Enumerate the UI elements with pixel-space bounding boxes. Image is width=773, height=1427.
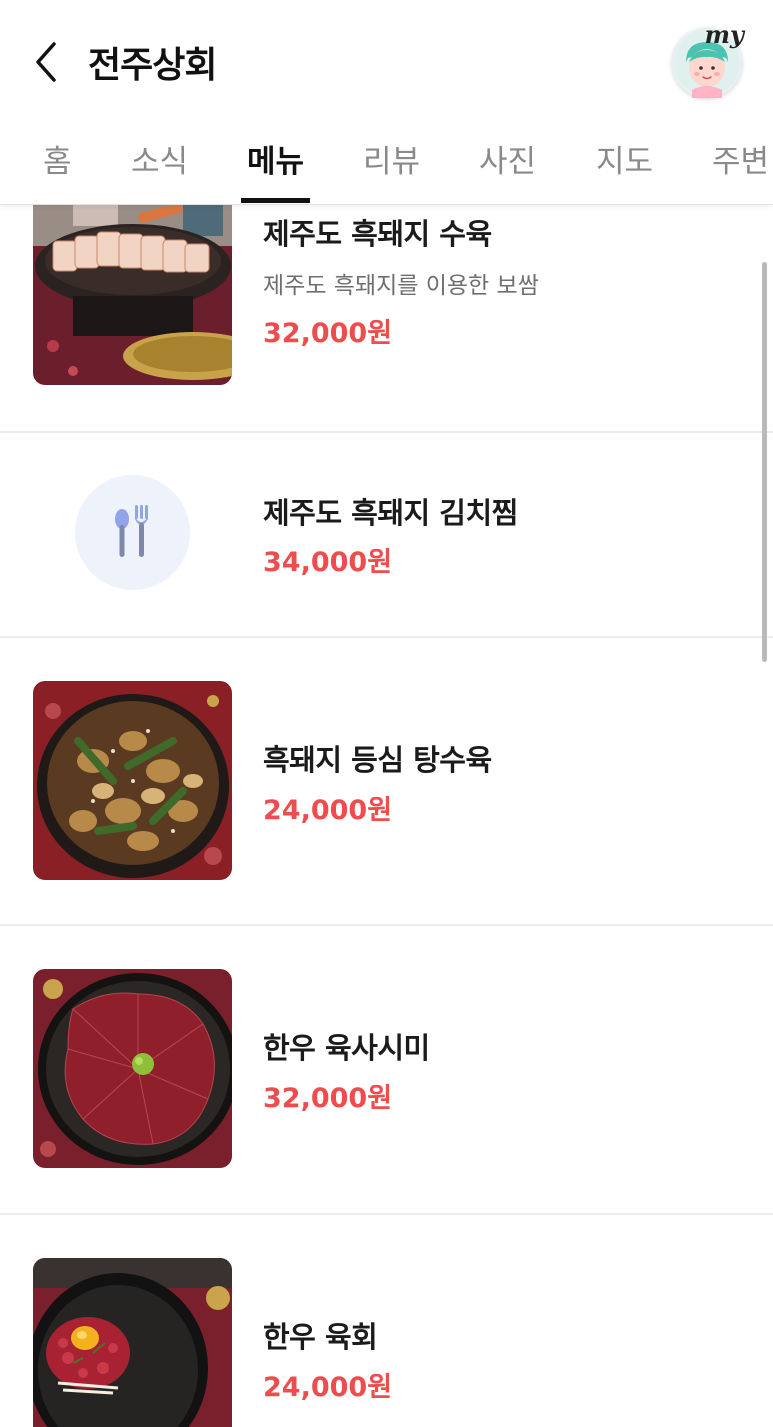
menu-item-price: 34,000원 xyxy=(263,547,393,578)
chevron-left-icon xyxy=(36,42,56,82)
menu-item[interactable]: 한우 육사시미 32,000원 xyxy=(0,926,773,1213)
menu-item-name: 한우 육사시미 xyxy=(263,1031,430,1065)
menu-item[interactable]: 흑돼지 등심 탕수육 24,000원 xyxy=(0,638,773,924)
back-button[interactable] xyxy=(28,38,68,86)
tab-reviews[interactable]: 리뷰 xyxy=(363,136,420,181)
menu-item-price: 32,000원 xyxy=(263,318,393,349)
menu-list[interactable]: 제주도 흑돼지 수육 제주도 흑돼지를 이용한 보쌈 32,000원 제주도 흑… xyxy=(0,205,773,1427)
tab-menu[interactable]: 메뉴 xyxy=(247,136,304,181)
menu-item-name: 흑돼지 등심 탕수육 xyxy=(263,743,492,777)
menu-item-price: 32,000원 xyxy=(263,1083,393,1114)
scrollbar[interactable] xyxy=(762,262,767,662)
my-profile-button[interactable]: my xyxy=(672,20,744,98)
tab-news[interactable]: 소식 xyxy=(131,136,188,181)
menu-item-name: 제주도 흑돼지 김치찜 xyxy=(263,496,518,530)
suyuk-photo xyxy=(33,205,232,385)
tab-nearby[interactable]: 주변 xyxy=(712,136,769,181)
tab-home[interactable]: 홈 xyxy=(43,136,72,181)
yuksashimi-photo xyxy=(33,969,232,1168)
menu-item-price: 24,000원 xyxy=(263,1372,393,1403)
tab-map[interactable]: 지도 xyxy=(596,136,653,181)
menu-item[interactable]: 제주도 흑돼지 수육 제주도 흑돼지를 이용한 보쌈 32,000원 xyxy=(0,205,773,431)
menu-item[interactable]: 제주도 흑돼지 김치찜 34,000원 xyxy=(0,433,773,636)
menu-placeholder xyxy=(75,475,190,590)
menu-item-price: 24,000원 xyxy=(263,795,393,826)
menu-item-name: 제주도 흑돼지 수육 xyxy=(263,217,492,251)
page-title: 전주상회 xyxy=(88,45,217,86)
utensils-icon xyxy=(115,505,148,557)
menu-item-name: 한우 육회 xyxy=(263,1320,378,1354)
app-header: 전주상회 my xyxy=(0,0,773,120)
my-label: my xyxy=(704,20,744,49)
yukhoe-photo xyxy=(33,1258,232,1427)
menu-item[interactable]: 한우 육회 24,000원 xyxy=(0,1215,773,1427)
tangsuyuk-photo xyxy=(33,681,232,880)
active-tab-indicator xyxy=(241,198,310,203)
tab-bar: 홈 소식 메뉴 리뷰 사진 지도 주변 xyxy=(0,120,773,205)
tab-photos[interactable]: 사진 xyxy=(479,136,536,181)
menu-item-description: 제주도 흑돼지를 이용한 보쌈 xyxy=(263,273,539,299)
